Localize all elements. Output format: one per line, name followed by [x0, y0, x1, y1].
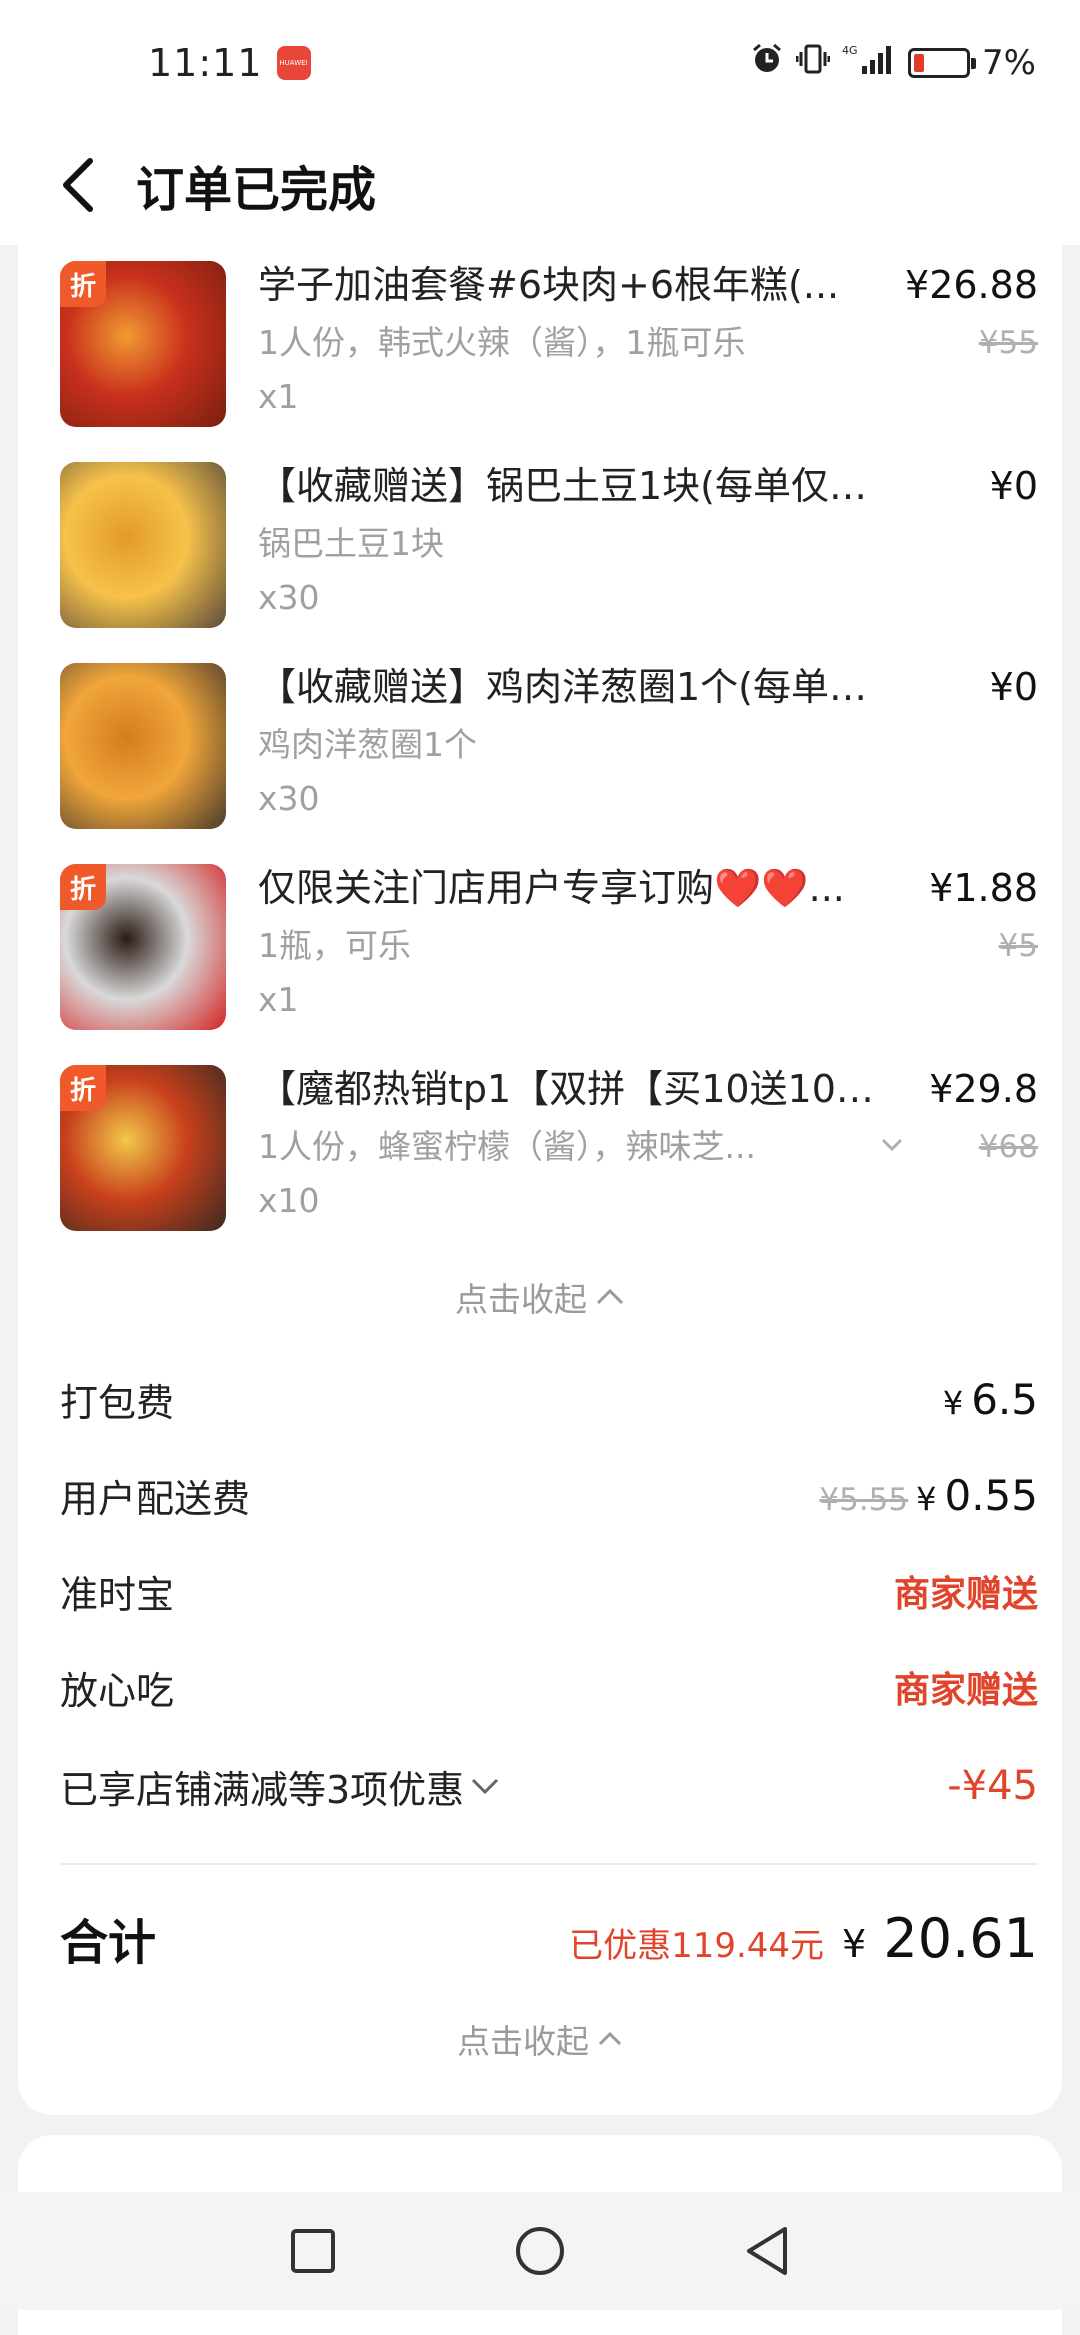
item-spec: 锅巴土豆1块: [258, 524, 444, 563]
delivery-amount: 0.55: [944, 1470, 1038, 1520]
item-thumbnail: 折: [60, 261, 226, 427]
safe-eat-row: 放心吃 商家赠送: [60, 1655, 1038, 1719]
item-original-price: ¥68: [978, 1129, 1038, 1165]
safe-eat-label: 放心吃: [60, 1668, 175, 1713]
order-item[interactable]: 【收藏赠送】锅巴土豆1块(每单仅限... 锅巴土豆1块 x30 ¥0: [60, 460, 1038, 661]
item-spec: 1人份，韩式火辣（酱），1瓶可乐: [258, 323, 746, 362]
vibrate-icon: [795, 41, 831, 85]
saved-amount: 已优惠119.44元: [569, 1925, 825, 1966]
chevron-up-icon: [598, 2031, 622, 2046]
system-nav-bar: [0, 2192, 1080, 2310]
delivery-currency: ¥: [916, 1479, 937, 1518]
circle-icon: [515, 2227, 564, 2275]
delivery-fee-row: 用户配送费 ¥5.55 ¥ 0.55: [60, 1463, 1038, 1527]
item-original-price: ¥5: [998, 928, 1038, 964]
recent-apps-button[interactable]: [283, 2221, 343, 2281]
order-item[interactable]: 折 【魔都热销tp1【双拼【买10送10】... 1人份，蜂蜜柠檬（酱），辣味芝…: [60, 1063, 1038, 1264]
status-icons: 4G 7%: [750, 41, 1036, 85]
item-quantity: x1: [258, 377, 299, 416]
item-quantity: x30: [258, 779, 320, 818]
packing-amount: 6.5: [971, 1374, 1038, 1424]
total-label: 合计: [60, 1915, 157, 1971]
order-items-list: 折 学子加油套餐#6块肉+6根年糕(... 1人份，韩式火辣（酱），1瓶可乐 x…: [60, 259, 1038, 1264]
discount-value: -¥45: [947, 1763, 1038, 1809]
item-price: ¥29.8: [929, 1067, 1038, 1111]
packing-fee-value: ¥ 6.5: [943, 1375, 1038, 1424]
item-name: 学子加油套餐#6块肉+6根年糕(...: [258, 263, 840, 307]
huawei-app-icon: HUAWEI: [276, 45, 311, 80]
collapse-summary-label: 点击收起: [457, 2022, 589, 2061]
order-item[interactable]: 折 学子加油套餐#6块肉+6根年糕(... 1人份，韩式火辣（酱），1瓶可乐 x…: [60, 259, 1038, 460]
battery-fill: [914, 53, 924, 72]
discount-badge: 折: [60, 864, 106, 910]
item-price: ¥1.88: [929, 866, 1038, 910]
delivery-fee-value: ¥5.55 ¥ 0.55: [819, 1471, 1038, 1520]
collapse-label: 点击收起: [455, 1280, 587, 1319]
item-price: ¥0: [989, 665, 1038, 709]
order-item[interactable]: 折 仅限关注门店用户专享订购❤️❤️... 1瓶，可乐 x1 ¥1.88 ¥5: [60, 862, 1038, 1063]
item-name: 仅限关注门店用户专享订购❤️❤️...: [258, 866, 845, 910]
item-quantity: x1: [258, 980, 299, 1019]
item-name: 【魔都热销tp1【双拼【买10送10】...: [258, 1067, 898, 1111]
discount-label: 已享店铺满减等3项优惠: [60, 1759, 500, 1814]
alarm-icon: [750, 41, 784, 85]
order-item[interactable]: 【收藏赠送】鸡肉洋葱圈1个(每单仅... 鸡肉洋葱圈1个 x30 ¥0: [60, 661, 1038, 862]
item-price: ¥26.88: [905, 263, 1038, 307]
total-row: 合计 已优惠119.44元 ¥ 20.61: [60, 1903, 1038, 1973]
battery-icon: [908, 47, 977, 78]
item-quantity: x10: [258, 1181, 320, 1220]
chevron-down-icon[interactable]: [880, 1137, 904, 1157]
packing-currency: ¥: [942, 1383, 964, 1422]
square-icon: [291, 2229, 336, 2273]
item-spec: 1瓶，可乐: [258, 926, 411, 965]
back-arrow-icon[interactable]: [58, 155, 108, 215]
total-right: 已优惠119.44元 ¥ 20.61: [569, 1907, 1038, 1970]
collapse-items-button[interactable]: 点击收起: [18, 1273, 1062, 1321]
ontime-value: 商家赠送: [893, 1574, 1038, 1615]
item-quantity: x30: [258, 578, 320, 617]
discount-label-text: 已享店铺满减等3项优惠: [60, 1767, 465, 1812]
item-original-price: ¥55: [978, 325, 1038, 361]
item-price: ¥0: [989, 464, 1038, 508]
discount-row[interactable]: 已享店铺满减等3项优惠 -¥45: [60, 1754, 1038, 1818]
delivery-fee-label: 用户配送费: [60, 1476, 251, 1521]
total-amount: 20.61: [883, 1906, 1038, 1970]
page-header: 订单已完成: [0, 125, 1080, 245]
battery-percent: 7%: [982, 42, 1036, 83]
item-spec: 鸡肉洋葱圈1个: [258, 725, 477, 764]
item-thumbnail: [60, 663, 226, 829]
discount-badge: 折: [60, 261, 106, 307]
ontime-label: 准时宝: [60, 1572, 175, 1617]
chevron-up-icon: [596, 1288, 624, 1305]
delivery-fee-original: ¥5.55: [819, 1481, 909, 1518]
status-time: 11:11: [148, 40, 263, 85]
item-thumbnail: [60, 462, 226, 628]
item-name: 【收藏赠送】锅巴土豆1块(每单仅限...: [258, 464, 898, 508]
network-label: 4G: [842, 44, 858, 57]
packing-fee-row: 打包费 ¥ 6.5: [60, 1367, 1038, 1431]
total-currency: ¥: [842, 1921, 867, 1966]
back-button[interactable]: [737, 2221, 797, 2281]
item-spec: 1人份，蜂蜜柠檬（酱），辣味芝...: [258, 1127, 756, 1166]
triangle-back-icon: [746, 2227, 787, 2275]
page-title: 订单已完成: [136, 162, 377, 218]
item-thumbnail: 折: [60, 864, 226, 1030]
chevron-down-icon: [472, 1778, 499, 1795]
status-bar: 11:11 HUAWEI 4G 7%: [0, 0, 1080, 125]
discount-badge: 折: [60, 1065, 106, 1111]
safe-eat-value: 商家赠送: [893, 1670, 1038, 1711]
order-card: 折 学子加油套餐#6块肉+6根年糕(... 1人份，韩式火辣（酱），1瓶可乐 x…: [18, 245, 1062, 2115]
signal-icon: 4G: [842, 41, 896, 85]
home-button[interactable]: [510, 2221, 570, 2281]
item-name: 【收藏赠送】鸡肉洋葱圈1个(每单仅...: [258, 665, 898, 709]
collapse-summary-button[interactable]: 点击收起: [18, 2015, 1062, 2063]
item-thumbnail: 折: [60, 1065, 226, 1231]
ontime-row: 准时宝 商家赠送: [60, 1559, 1038, 1623]
divider: [60, 1863, 1038, 1865]
total-value: ¥ 20.61: [842, 1907, 1038, 1970]
packing-fee-label: 打包费: [60, 1380, 175, 1425]
